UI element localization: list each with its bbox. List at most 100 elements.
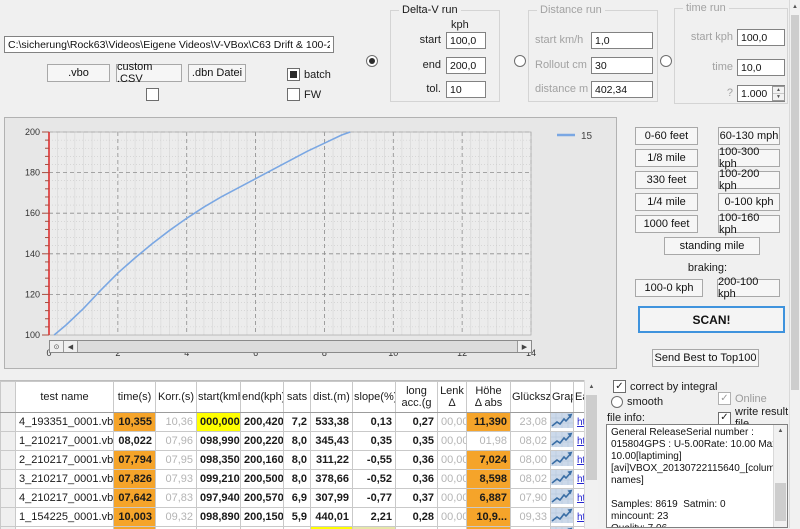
col-header-longacc[interactable]: long acc.(g — [396, 382, 438, 413]
table-cell[interactable]: 0,27 — [396, 413, 438, 432]
result-link[interactable]: ht — [574, 413, 585, 432]
fw-checkbox-box[interactable] — [287, 88, 300, 101]
table-cell[interactable]: 345,43 — [311, 432, 353, 451]
table-cell[interactable]: 200,150 — [241, 508, 284, 527]
btn-1000-feet[interactable]: 1000 feet — [635, 215, 698, 233]
table-cell[interactable]: 0,37 — [396, 489, 438, 508]
table-cell[interactable]: 097,940 — [197, 489, 241, 508]
table-scrollbar-up-icon[interactable]: ▲ — [585, 380, 598, 394]
fw-checkbox[interactable]: FW — [287, 88, 321, 101]
col-header-glueck[interactable]: Glücksza — [511, 382, 551, 413]
table-cell[interactable]: 200,160 — [241, 451, 284, 470]
graph-cell[interactable] — [551, 470, 574, 489]
table-cell[interactable]: 6,887 — [467, 489, 511, 508]
table-cell[interactable]: 0,36 — [396, 451, 438, 470]
table-cell[interactable]: -0,77 — [353, 489, 396, 508]
delta-v-end-input[interactable] — [446, 57, 486, 74]
table-cell[interactable]: 07,95 — [156, 451, 197, 470]
col-header-time[interactable]: time(s) — [114, 382, 156, 413]
file-info-scrollbar-up-icon[interactable]: ▲ — [774, 425, 787, 437]
table-cell[interactable]: 08,02 — [511, 432, 551, 451]
table-cell[interactable] — [1, 508, 16, 527]
table-cell[interactable]: 5,9 — [284, 508, 311, 527]
table-cell[interactable]: 6,9 — [284, 489, 311, 508]
table-cell[interactable]: 8,598 — [467, 470, 511, 489]
graph-cell[interactable] — [551, 432, 574, 451]
load-vbo-button[interactable]: .vbo — [47, 64, 110, 82]
table-cell[interactable]: 200,500 — [241, 470, 284, 489]
q-spinner[interactable]: ▲ ▼ — [772, 86, 785, 101]
table-cell[interactable]: 10,003 — [114, 508, 156, 527]
table-cell[interactable]: 4_210217_0001.vbo — [16, 489, 114, 508]
file-info-scrollbar[interactable]: ▲ — [773, 425, 787, 527]
file-path-input[interactable] — [4, 36, 334, 53]
delta-v-start-input[interactable] — [446, 32, 486, 49]
delta-v-tol-input[interactable] — [446, 81, 486, 98]
chart-scroll-origin-icon[interactable]: ⊙ — [50, 341, 64, 352]
table-cell[interactable]: 10,36 — [156, 413, 197, 432]
file-info-scrollbar-thumb[interactable] — [775, 483, 786, 521]
csv-option-checkbox-box[interactable] — [146, 88, 159, 101]
table-cell[interactable]: 10,9... — [467, 508, 511, 527]
table-cell[interactable]: 00,00 — [438, 432, 467, 451]
table-cell[interactable]: 0,35 — [396, 432, 438, 451]
btn-100-200-kph[interactable]: 100-200 kph — [718, 171, 780, 189]
distance-mode-radio[interactable] — [514, 55, 526, 67]
table-cell[interactable]: 00,00 — [438, 508, 467, 527]
dbn-datei-button[interactable]: .dbn Datei — [188, 64, 246, 82]
graph-cell[interactable] — [551, 508, 574, 527]
table-cell[interactable]: 23,08 — [511, 413, 551, 432]
table-cell[interactable]: 0,13 — [353, 413, 396, 432]
table-cell[interactable]: -0,52 — [353, 470, 396, 489]
table-cell[interactable]: 4_193351_0001.vbo — [16, 413, 114, 432]
col-header-graph[interactable]: Graph — [551, 382, 574, 413]
table-cell[interactable]: 07,826 — [114, 470, 156, 489]
table-cell[interactable]: 08,02 — [511, 470, 551, 489]
table-cell[interactable]: 200,570 — [241, 489, 284, 508]
online-checkbox[interactable]: ✓ Online — [718, 392, 767, 405]
table-cell[interactable]: 200,220 — [241, 432, 284, 451]
table-cell[interactable] — [1, 413, 16, 432]
table-cell[interactable]: 07,794 — [114, 451, 156, 470]
btn-330-feet[interactable]: 330 feet — [635, 171, 698, 189]
table-cell[interactable] — [1, 489, 16, 508]
table-row[interactable]: 4_193351_0001.vbo10,35510,36000,000200,4… — [1, 413, 585, 432]
batch-checkbox-box[interactable] — [287, 68, 300, 81]
correct-by-integral-box[interactable]: ✓ — [613, 380, 626, 393]
table-cell[interactable]: 07,96 — [156, 432, 197, 451]
col-header-name[interactable]: test name — [16, 382, 114, 413]
distance-mode-radio-circle[interactable] — [514, 55, 526, 67]
table-scrollbar[interactable]: ▲ — [584, 380, 598, 528]
graph-cell[interactable] — [551, 413, 574, 432]
correct-by-integral-checkbox[interactable]: ✓ correct by integral — [613, 380, 717, 393]
delta-v-mode-radio-circle[interactable] — [366, 55, 378, 67]
table-cell[interactable]: -0,55 — [353, 451, 396, 470]
table-cell[interactable]: 10,355 — [114, 413, 156, 432]
table-cell[interactable]: 07,90 — [511, 489, 551, 508]
table-cell[interactable]: 098,350 — [197, 451, 241, 470]
table-cell[interactable]: 8,0 — [284, 432, 311, 451]
table-cell[interactable]: 00,00 — [438, 489, 467, 508]
table-row[interactable]: 3_210217_0001.vbo07,82607,93099,210200,5… — [1, 470, 585, 489]
table-cell[interactable]: 8,0 — [284, 451, 311, 470]
result-link[interactable]: ht — [574, 451, 585, 470]
rollout-input[interactable] — [591, 57, 653, 74]
chart-scroll-thumb[interactable] — [78, 341, 517, 352]
table-scrollbar-thumb[interactable] — [586, 395, 597, 480]
btn-0-60-feet[interactable]: 0-60 feet — [635, 127, 698, 145]
smooth-radio-circle[interactable] — [611, 396, 623, 408]
table-cell[interactable]: 08,022 — [114, 432, 156, 451]
result-link[interactable]: ht — [574, 432, 585, 451]
table-cell[interactable]: 440,01 — [311, 508, 353, 527]
col-header-slope[interactable]: slope(%) — [353, 382, 396, 413]
custom-csv-button[interactable]: custom .CSV — [116, 64, 182, 82]
table-cell[interactable]: 3_210217_0001.vbo — [16, 470, 114, 489]
table-cell[interactable]: 11,390 — [467, 413, 511, 432]
table-row[interactable]: 1_210217_0001.vbo08,02207,96098,990200,2… — [1, 432, 585, 451]
col-header-sel[interactable] — [1, 382, 16, 413]
table-cell[interactable]: 07,93 — [156, 470, 197, 489]
chart-horizontal-scrollbar[interactable]: ⊙ ◀ ▶ — [49, 340, 532, 353]
time-run-start-input[interactable] — [737, 29, 785, 46]
btn-0-100-kph[interactable]: 0-100 kph — [718, 193, 780, 211]
smooth-radio[interactable]: smooth — [611, 396, 663, 408]
